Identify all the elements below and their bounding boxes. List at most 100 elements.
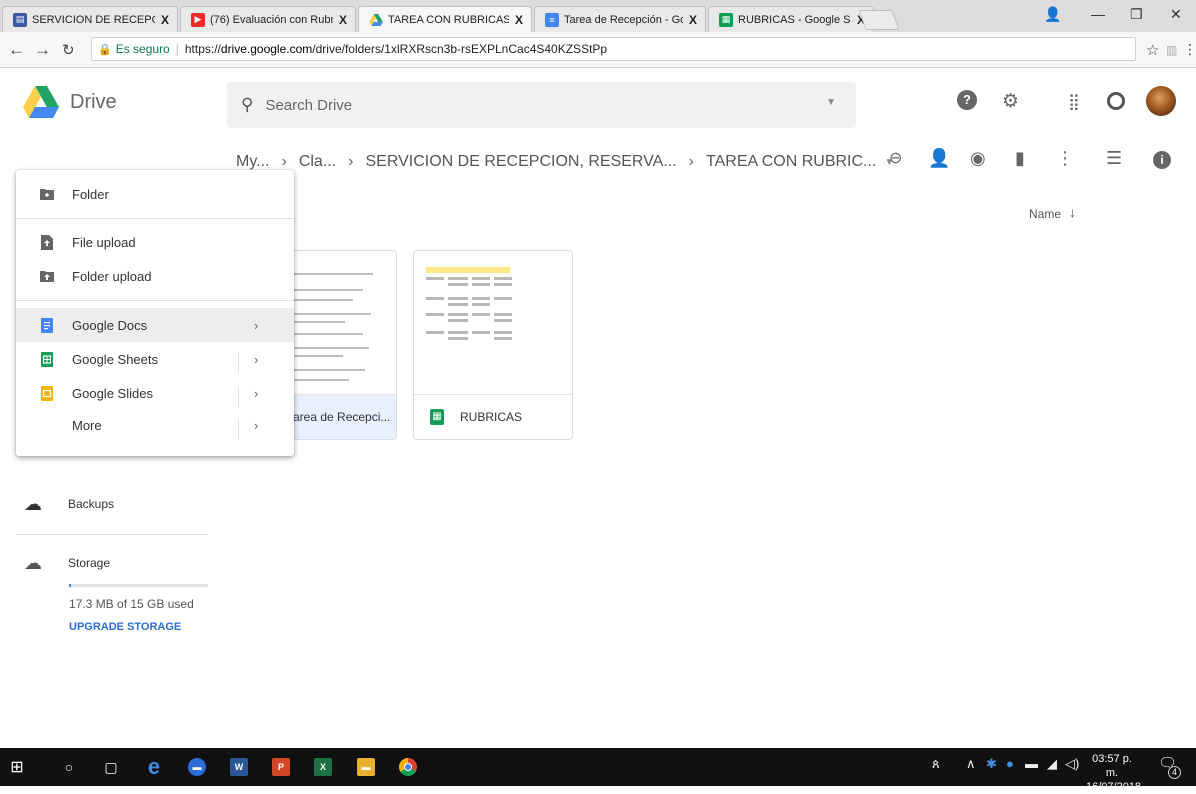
clock-time: 03:57 p. m. bbox=[1092, 753, 1132, 779]
back-icon[interactable]: ← bbox=[8, 40, 25, 60]
docs-icon: ≡ bbox=[545, 12, 559, 27]
menu-item-folder-upload[interactable]: Folder upload bbox=[16, 259, 294, 293]
chevron-right-icon: › bbox=[254, 351, 259, 367]
task-view-icon[interactable]: ▢ bbox=[100, 756, 122, 778]
avatar[interactable] bbox=[1146, 86, 1176, 116]
upgrade-storage-link[interactable]: UPGRADE STORAGE bbox=[69, 621, 181, 633]
search-input[interactable]: ⚲ Search Drive ▼ bbox=[227, 82, 856, 128]
chevron-right-icon: › bbox=[254, 417, 259, 433]
sort-by-name[interactable]: Name bbox=[1029, 207, 1061, 221]
list-view-icon[interactable]: ☰ bbox=[1106, 148, 1122, 169]
link-icon[interactable]: ⊖ bbox=[889, 148, 902, 168]
file-name: Tarea de Recepci... bbox=[287, 410, 391, 424]
share-icon[interactable]: 👤 bbox=[928, 148, 950, 169]
cortana-search-icon[interactable]: ○ bbox=[58, 756, 80, 778]
browser-menu-icon[interactable]: ⋮ bbox=[1183, 41, 1196, 58]
extension-icon[interactable]: ▥ bbox=[1166, 43, 1177, 57]
sidebar-item-label: Storage bbox=[68, 556, 111, 570]
cloud-outline-icon: ☁ bbox=[24, 552, 42, 573]
tab-close-icon[interactable]: X bbox=[689, 13, 697, 27]
trash-icon[interactable]: ▮ bbox=[1015, 148, 1025, 169]
drive-logo-icon[interactable] bbox=[23, 86, 59, 118]
menu-item-google-sheets[interactable]: Google Sheets › bbox=[16, 342, 294, 376]
notifications-icon[interactable] bbox=[1107, 92, 1125, 110]
search-options-icon[interactable]: ▼ bbox=[826, 97, 836, 108]
windows-start-icon[interactable]: ⊞ bbox=[6, 756, 28, 778]
menu-item-label: More bbox=[72, 417, 102, 433]
taskbar-clock[interactable]: 03:57 p. m. 16/07/2018 bbox=[1086, 752, 1142, 794]
word-icon[interactable]: W bbox=[228, 756, 250, 778]
slides-icon bbox=[40, 385, 54, 401]
chevron-right-icon: › bbox=[348, 153, 354, 170]
edge-icon[interactable]: e bbox=[143, 754, 165, 779]
restore-icon[interactable]: ❐ bbox=[1130, 6, 1143, 23]
storage-used-text: 17.3 MB of 15 GB used bbox=[69, 597, 194, 611]
menu-item-google-slides[interactable]: Google Slides › bbox=[16, 376, 294, 410]
storage-progress-bar bbox=[69, 584, 208, 587]
drive-brand[interactable]: Drive bbox=[70, 91, 117, 114]
sidebar-item-storage[interactable]: ☁ Storage bbox=[0, 545, 220, 581]
settings-icon[interactable]: ⚙ bbox=[1002, 90, 1019, 113]
tab-close-icon[interactable]: X bbox=[339, 13, 347, 27]
help-icon[interactable]: ? bbox=[957, 90, 977, 110]
powerpoint-icon[interactable]: P bbox=[270, 756, 292, 778]
browser-tab-drive[interactable]: TAREA CON RUBRICAS - X bbox=[358, 6, 532, 32]
security-icon[interactable]: ● bbox=[1006, 756, 1014, 771]
file-name: RUBRICAS bbox=[460, 410, 523, 424]
submenu-separator bbox=[238, 352, 239, 374]
breadcrumb-item-classroom[interactable]: Cla... bbox=[299, 153, 336, 171]
tab-close-icon[interactable]: X bbox=[161, 13, 169, 27]
clock-date: 16/07/2018 bbox=[1086, 781, 1142, 793]
file-upload-icon bbox=[40, 234, 54, 250]
wifi-icon[interactable]: ◢ bbox=[1047, 756, 1057, 772]
menu-item-label: Folder upload bbox=[72, 268, 152, 284]
forward-icon[interactable]: → bbox=[34, 40, 51, 60]
preview-icon[interactable]: ◉ bbox=[970, 148, 986, 169]
browser-tab-docs[interactable]: ≡ Tarea de Recepción - Goo X bbox=[534, 6, 706, 32]
browser-tab-youtube[interactable]: ▶ (76) Evaluación con Rubr X bbox=[180, 6, 356, 32]
people-icon[interactable]: ጰ bbox=[932, 756, 940, 772]
tab-close-icon[interactable]: X bbox=[515, 13, 523, 27]
breadcrumb-item-current[interactable]: TAREA CON RUBRIC... bbox=[706, 153, 876, 171]
file-explorer-icon[interactable]: ▬ bbox=[355, 756, 377, 778]
sort-direction-icon[interactable]: ↓ bbox=[1069, 204, 1076, 220]
folder-plus-icon bbox=[40, 186, 54, 202]
menu-item-file-upload[interactable]: File upload bbox=[16, 225, 294, 259]
browser-tab-sheets[interactable]: ▦ RUBRICAS - Google Shee X bbox=[708, 6, 874, 32]
notification-count-badge: 4 bbox=[1168, 766, 1181, 779]
tray-overflow-icon[interactable]: ∧ bbox=[966, 756, 976, 772]
browser-tab-strip: ▤ SERVICION DE RECEPCIO X ▶ (76) Evaluac… bbox=[0, 0, 1196, 32]
sidebar-item-backups[interactable]: ☁ Backups bbox=[0, 486, 220, 522]
bookmark-star-icon[interactable]: ☆ bbox=[1146, 41, 1159, 59]
volume-icon[interactable]: ◁) bbox=[1065, 756, 1079, 772]
excel-icon[interactable]: X bbox=[312, 756, 334, 778]
menu-item-folder[interactable]: Folder bbox=[16, 177, 294, 211]
more-actions-icon[interactable]: ⋮ bbox=[1056, 148, 1074, 169]
profile-icon[interactable]: 👤 bbox=[1044, 6, 1061, 23]
breadcrumb-item-my-drive[interactable]: My... bbox=[236, 153, 269, 171]
chrome-icon[interactable] bbox=[397, 756, 419, 778]
drive-icon bbox=[369, 13, 383, 27]
url-input[interactable]: 🔒 Es seguro | https://drive.google.com/d… bbox=[91, 37, 1136, 61]
minimize-icon[interactable]: — bbox=[1091, 6, 1105, 22]
tab-title: RUBRICAS - Google Shee bbox=[738, 13, 851, 26]
chevron-right-icon: › bbox=[688, 153, 694, 170]
sheets-icon: ▦ bbox=[430, 409, 444, 425]
battery-icon[interactable]: ▬ bbox=[1025, 756, 1038, 771]
sheets-icon bbox=[40, 351, 54, 367]
skype-icon[interactable]: ▬ bbox=[186, 756, 208, 778]
file-card-sheet[interactable]: ▦ RUBRICAS bbox=[413, 250, 573, 440]
reload-icon[interactable]: ↻ bbox=[62, 41, 75, 59]
window-close-icon[interactable]: ✕ bbox=[1170, 6, 1182, 23]
submenu-separator bbox=[238, 418, 239, 440]
menu-item-more[interactable]: More › bbox=[16, 408, 294, 442]
new-tab-button[interactable] bbox=[858, 10, 900, 30]
breadcrumb-item-course[interactable]: SERVICION DE RECEPCION, RESERVA... bbox=[365, 153, 676, 171]
browser-tab-classroom[interactable]: ▤ SERVICION DE RECEPCIO X bbox=[2, 6, 178, 32]
url-host: drive.google.com bbox=[220, 42, 313, 56]
tab-title: Tarea de Recepción - Goo bbox=[564, 13, 683, 26]
info-icon[interactable]: i bbox=[1153, 151, 1171, 169]
apps-grid-icon[interactable]: ⣿ bbox=[1068, 92, 1080, 112]
bluetooth-icon[interactable]: ✱ bbox=[986, 756, 997, 772]
menu-item-google-docs[interactable]: Google Docs › bbox=[16, 308, 294, 342]
